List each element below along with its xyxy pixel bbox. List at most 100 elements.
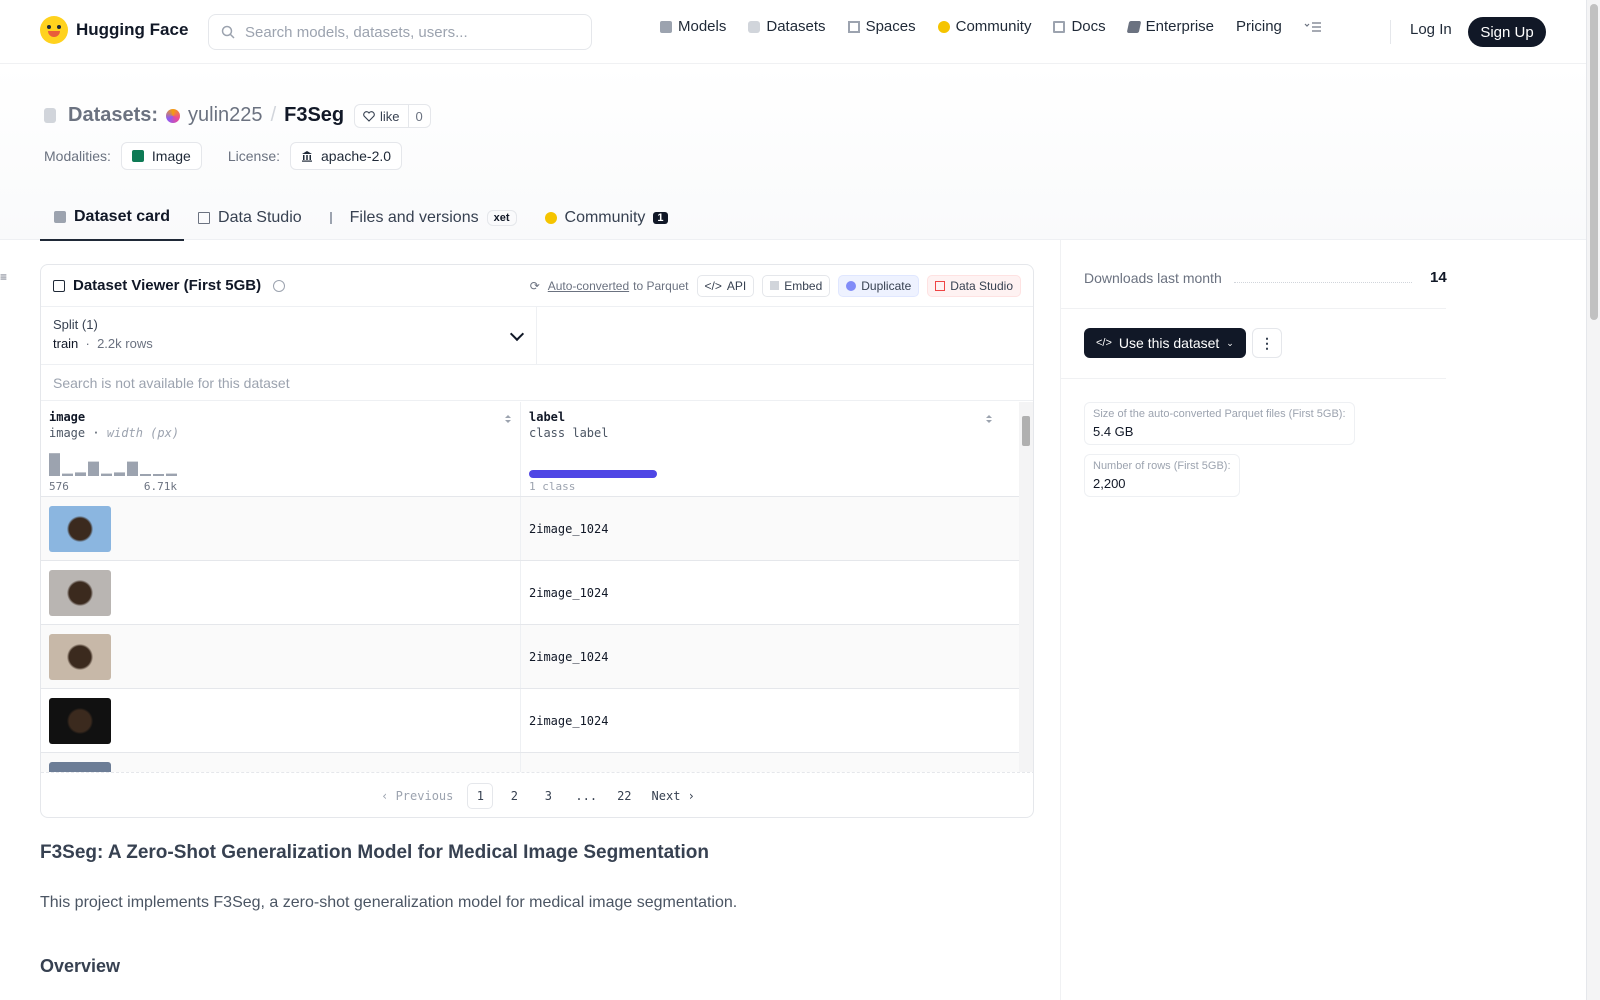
image-cell[interactable] <box>41 497 521 560</box>
sort-icon[interactable] <box>985 414 993 424</box>
nav-models[interactable]: Models <box>660 18 726 35</box>
histogram-bar[interactable] <box>114 472 125 476</box>
table-row[interactable]: 2 image_1024 <box>41 497 1021 561</box>
lesion-thumbnail[interactable] <box>49 569 111 616</box>
hist-min: 576 <box>49 480 69 493</box>
split-row: Split (1) train · 2.2k rows <box>41 307 1033 365</box>
histogram-bar[interactable] <box>127 461 138 476</box>
histogram-bar[interactable] <box>75 472 86 476</box>
sidebar-separator <box>1060 308 1446 309</box>
histogram-bar[interactable] <box>88 461 99 476</box>
column-label-header[interactable]: label class label 1 class <box>521 402 1001 496</box>
datasets-icon <box>748 20 761 33</box>
nav-datasets[interactable]: Datasets <box>748 18 826 35</box>
lesion-thumbnail[interactable] <box>49 761 111 772</box>
tab-dataset-card[interactable]: Dataset card <box>40 194 185 241</box>
viewer-scroll-thumb[interactable] <box>1022 416 1030 446</box>
more-options-button[interactable]: ⋮ <box>1252 328 1282 358</box>
page-2[interactable]: 2 <box>501 783 527 809</box>
tab-data-studio[interactable]: Data Studio <box>184 194 316 241</box>
brand-name: Hugging Face <box>76 20 189 39</box>
data-studio-button[interactable]: Data Studio <box>927 274 1021 297</box>
nav-more-menu[interactable] <box>1304 21 1322 33</box>
like-action[interactable]: like <box>355 105 409 127</box>
histogram-bar[interactable] <box>49 453 60 476</box>
histogram-bar[interactable] <box>62 473 73 476</box>
page-1[interactable]: 1 <box>467 782 494 809</box>
signup-button[interactable]: Sign Up <box>1468 17 1546 47</box>
histogram-bar[interactable] <box>153 474 164 476</box>
login-link[interactable]: Log In <box>1410 21 1452 38</box>
split-selector[interactable]: Split (1) train · 2.2k rows <box>41 307 537 364</box>
nav-enterprise-label: Enterprise <box>1145 18 1215 35</box>
nav-enterprise[interactable]: Enterprise <box>1126 18 1215 35</box>
table-row[interactable] <box>41 753 1021 772</box>
nav-datasets-label: Datasets <box>766 18 826 35</box>
top-navbar: Hugging Face Models Datasets Spaces Comm… <box>0 0 1586 64</box>
previous-page[interactable]: ‹ Previous <box>375 783 459 809</box>
search-input[interactable] <box>245 23 575 41</box>
viewer-scrollbar[interactable] <box>1019 402 1033 772</box>
auto-converted-link[interactable]: Auto-converted <box>548 279 629 293</box>
breadcrumb-section[interactable]: Datasets: <box>68 104 158 127</box>
brand-logo[interactable]: Hugging Face <box>40 16 188 44</box>
next-page[interactable]: Next › <box>646 783 701 809</box>
lesion-thumbnail[interactable] <box>49 505 111 552</box>
label-cell[interactable]: 2 image_1024 <box>521 561 1001 624</box>
page-scroll-thumb[interactable] <box>1590 4 1598 320</box>
toc-toggle-icon[interactable]: ≡ <box>0 270 7 284</box>
duplicate-button[interactable]: Duplicate <box>838 274 920 297</box>
table-row[interactable]: 2 image_1024 <box>41 689 1021 753</box>
license-chip[interactable]: apache-2.0 <box>290 142 403 170</box>
page-3[interactable]: 3 <box>535 783 561 809</box>
to-parquet-text: to Parquet <box>633 278 689 293</box>
image-cell[interactable] <box>41 689 521 752</box>
modality-chip[interactable]: Image <box>120 142 202 170</box>
label-cell[interactable]: 2 image_1024 <box>521 625 1001 688</box>
models-icon <box>660 20 672 33</box>
page-22[interactable]: 22 <box>611 783 637 809</box>
histogram-bar[interactable] <box>140 474 151 476</box>
nav-docs[interactable]: Docs <box>1053 18 1106 35</box>
column-image-header[interactable]: image image · width (px) 576 6.71k <box>41 402 521 496</box>
label-class-name: image_1024 <box>536 521 609 536</box>
breadcrumb-slash: / <box>270 104 277 126</box>
viewer-search-disabled: Search is not available for this dataset <box>41 365 1033 401</box>
image-cell[interactable] <box>41 561 521 624</box>
class-distribution-bar <box>529 470 657 478</box>
readme-overview-heading: Overview <box>40 956 121 976</box>
nav-community[interactable]: Community <box>937 18 1031 35</box>
search-box[interactable] <box>208 14 592 50</box>
image-cell[interactable] <box>41 753 521 772</box>
breadcrumb-owner[interactable]: yulin225 <box>188 104 263 127</box>
lesion-thumbnail[interactable] <box>49 633 111 680</box>
like-button[interactable]: like 0 <box>354 104 431 128</box>
tab-community[interactable]: Community 1 <box>531 194 682 241</box>
previous-label: Previous <box>395 788 454 803</box>
table-row[interactable]: 2 image_1024 <box>41 625 1021 689</box>
dataset-name[interactable]: F3Seg <box>284 104 344 127</box>
viewer-title-text: Dataset Viewer (First 5GB) <box>73 277 262 294</box>
nav-spaces[interactable]: Spaces <box>847 18 916 35</box>
nav-pricing[interactable]: Pricing <box>1236 18 1282 35</box>
lesion-thumbnail[interactable] <box>49 697 111 744</box>
dataset-viewer: Dataset Viewer (First 5GB) ⟳ Auto-conver… <box>40 264 1034 818</box>
histogram-bar[interactable] <box>166 473 177 476</box>
info-icon[interactable] <box>273 279 286 292</box>
page-scrollbar[interactable] <box>1586 0 1600 1000</box>
sort-icon[interactable] <box>504 414 512 424</box>
histogram-bar[interactable] <box>101 473 112 476</box>
label-cell[interactable]: 2 image_1024 <box>521 689 1001 752</box>
embed-button[interactable]: Embed <box>762 274 831 297</box>
label-cell[interactable]: 2 image_1024 <box>521 497 1001 560</box>
api-button[interactable]: </> API <box>696 274 755 297</box>
tab-files-versions[interactable]: Files and versions xet <box>316 194 531 241</box>
community-count-badge: 1 <box>653 211 668 224</box>
label-cell[interactable] <box>521 753 1001 772</box>
use-dataset-button[interactable]: </> Use this dataset ⌄ <box>1084 328 1246 358</box>
files-icon <box>329 211 342 224</box>
image-cell[interactable] <box>41 625 521 688</box>
stat-label: Size of the auto-converted Parquet files… <box>1093 408 1346 420</box>
table-row[interactable]: 2 image_1024 <box>41 561 1021 625</box>
stat-value: 2,200 <box>1093 476 1126 491</box>
